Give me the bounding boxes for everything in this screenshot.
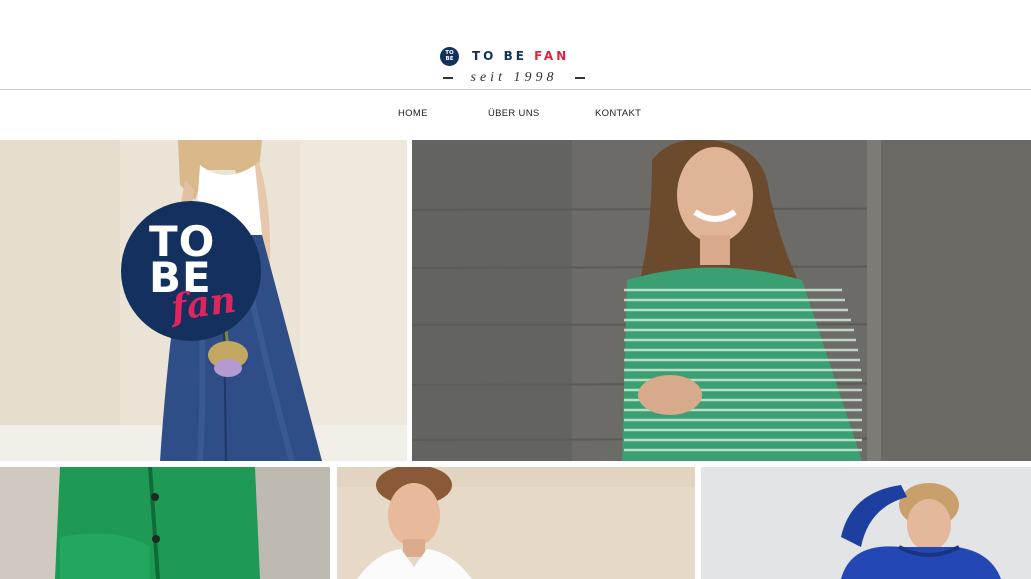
hero-logo-badge: TO BE fan	[121, 201, 261, 341]
gallery-image-1[interactable]: TO BE fan	[0, 140, 407, 461]
dash-right-icon	[574, 77, 585, 79]
brand-badge-bottom: BE	[445, 56, 454, 62]
photo-green-cardigan-icon	[0, 467, 330, 579]
photo-man-white-shirt-icon	[337, 467, 695, 579]
gallery-image-4[interactable]	[337, 467, 695, 579]
brand-name-main: TO BE	[472, 49, 527, 63]
site-header: TO BE TO BE FAN seit 1998	[0, 0, 1031, 90]
nav-item-contact[interactable]: KONTAKT	[595, 108, 641, 119]
hero-logo-fan: fan	[168, 278, 239, 330]
gallery-image-5[interactable]	[701, 467, 1031, 579]
brand-badge-icon: TO BE	[440, 46, 459, 66]
dash-left-icon	[443, 77, 453, 79]
main-nav: HOME ÜBER UNS KONTAKT	[0, 90, 1031, 140]
photo-woman-blue-hoodie-icon	[701, 467, 1031, 579]
brand-name-accent: FAN	[534, 49, 570, 63]
brand-name: TO BE FAN	[472, 49, 569, 63]
since-tagline: seit 1998	[443, 70, 585, 86]
gallery-image-2[interactable]	[412, 140, 1031, 461]
photo-woman-green-striped-sweater-icon	[412, 140, 1031, 461]
brand-logo[interactable]: TO BE TO BE FAN	[440, 46, 569, 66]
gallery-image-3[interactable]	[0, 467, 330, 579]
since-text: seit 1998	[470, 70, 558, 85]
nav-item-home[interactable]: HOME	[398, 108, 428, 119]
nav-item-about[interactable]: ÜBER UNS	[488, 108, 540, 119]
